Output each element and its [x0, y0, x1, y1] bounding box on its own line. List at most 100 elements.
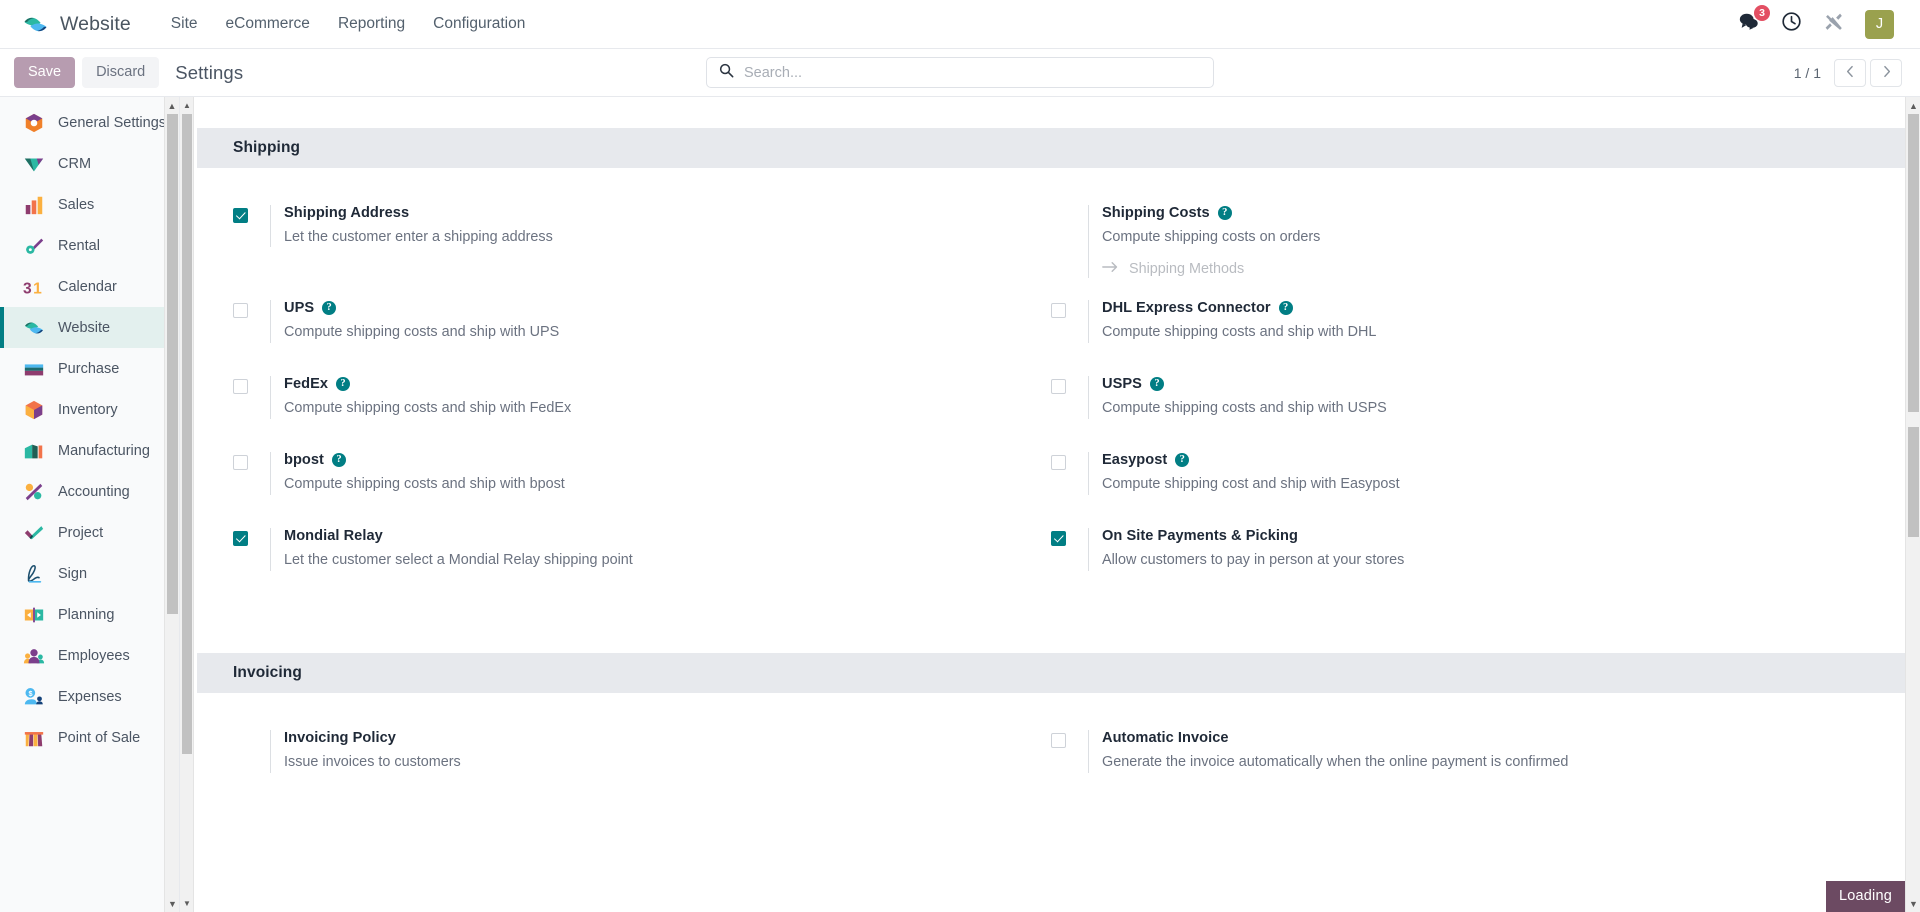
mondial-relay-checkbox[interactable] [233, 531, 248, 547]
employees-icon [23, 645, 45, 667]
sidebar-item-calendar[interactable]: 3 1 Calendar [0, 266, 179, 307]
pager-previous-button[interactable] [1834, 58, 1866, 87]
sidebar-scroll-down-arrow[interactable]: ▼ [165, 895, 179, 912]
section-title-invoicing: Invoicing [197, 653, 1905, 694]
pane-scrollbar-thumb-lower[interactable] [1908, 427, 1919, 537]
help-icon[interactable]: ? [1278, 301, 1293, 316]
brand-home-link[interactable]: Website [22, 11, 131, 38]
help-icon[interactable]: ? [331, 453, 346, 468]
setting-description: Compute shipping costs on orders [1102, 229, 1321, 245]
sidebar-item-label: General Settings [58, 114, 167, 131]
setting-automatic-invoice[interactable]: Automatic Invoice Generate the invoice a… [1051, 719, 1869, 795]
easypost-checkbox[interactable] [1051, 455, 1066, 471]
top-navbar: Website Site eCommerce Reporting Configu… [0, 0, 1920, 49]
save-button[interactable]: Save [14, 56, 76, 89]
activities-button[interactable] [1781, 11, 1802, 37]
menu-item-reporting[interactable]: Reporting [324, 9, 419, 39]
search-box[interactable] [706, 57, 1214, 88]
sidebar-item-manufacturing[interactable]: Manufacturing [0, 430, 179, 471]
sidebar-item-point-of-sale[interactable]: Point of Sale [0, 717, 179, 758]
website-icon [23, 317, 45, 339]
section-body-shipping: Shipping Address Let the customer enter … [197, 168, 1905, 622]
menu-item-configuration[interactable]: Configuration [419, 9, 539, 39]
dhl-express-connector-checkbox[interactable] [1051, 303, 1066, 319]
menu-item-site[interactable]: Site [157, 9, 212, 39]
sidebar-scroll-up-arrow[interactable]: ▲ [165, 97, 180, 114]
sidebar-item-inventory[interactable]: Inventory [0, 389, 179, 430]
debug-tools-button[interactable] [1823, 11, 1844, 37]
sidebar-item-sales[interactable]: Sales [0, 184, 179, 225]
sidebar-item-sign[interactable]: Sign [0, 553, 179, 594]
section-body-invoicing: Invoicing Policy Issue invoices to custo… [197, 693, 1905, 824]
automatic-invoice-checkbox[interactable] [1051, 733, 1066, 749]
checkbox-slot [1051, 730, 1088, 749]
settings-inner-scrollbar-thumb[interactable] [182, 114, 192, 754]
setting-invoicing-policy[interactable]: Invoicing Policy Issue invoices to custo… [233, 719, 1051, 795]
checkbox-slot [1051, 205, 1088, 208]
settings-inner-scrollbar[interactable]: ▲ ▼ [180, 97, 194, 912]
setting-title: DHL Express Connector [1102, 300, 1271, 317]
shipping-methods-link-label: Shipping Methods [1129, 261, 1245, 278]
on-site-payments-checkbox[interactable] [1051, 531, 1066, 547]
setting-mondial-relay[interactable]: Mondial Relay Let the customer select a … [233, 517, 1051, 593]
shipping-methods-link[interactable]: Shipping Methods [1102, 261, 1244, 277]
ups-checkbox[interactable] [233, 303, 248, 319]
setting-description: Issue invoices to customers [284, 754, 461, 771]
setting-dhl-express-connector[interactable]: DHL Express Connector ? Compute shipping… [1051, 289, 1869, 365]
help-icon[interactable]: ? [336, 377, 351, 392]
messages-button[interactable]: 3 [1738, 5, 1770, 36]
sidebar-item-expenses[interactable]: $ Expenses [0, 676, 179, 717]
sidebar-item-purchase[interactable]: Purchase [0, 348, 179, 389]
user-avatar[interactable]: J [1865, 9, 1894, 39]
help-icon[interactable]: ? [1149, 377, 1164, 392]
setting-ups[interactable]: UPS ? Compute shipping costs and ship wi… [233, 289, 1051, 365]
settings-pane-scrollbar[interactable]: ▲ ▼ [1905, 97, 1920, 912]
setting-description: Let the customer enter a shipping addres… [284, 229, 553, 245]
checkbox-slot [233, 205, 270, 223]
discard-button[interactable]: Discard [82, 56, 160, 89]
setting-description: Compute shipping costs and ship with UPS [284, 324, 560, 341]
pane-scroll-down-arrow[interactable]: ▼ [1906, 895, 1920, 912]
settings-scroll-up-arrow[interactable]: ▲ [180, 97, 194, 114]
menu-item-ecommerce[interactable]: eCommerce [212, 9, 324, 39]
fedex-checkbox[interactable] [233, 379, 248, 395]
help-icon[interactable]: ? [1217, 206, 1232, 220]
help-icon[interactable]: ? [322, 301, 337, 316]
sidebar-item-planning[interactable]: Planning [0, 594, 179, 635]
sidebar-item-website[interactable]: Website [0, 307, 179, 348]
chevron-right-icon [1880, 65, 1893, 81]
checkbox-slot [233, 730, 270, 733]
project-icon [23, 522, 45, 544]
setting-usps[interactable]: USPS ? Compute shipping costs and ship w… [1051, 365, 1869, 441]
sidebar-item-general-settings[interactable]: General Settings [0, 102, 179, 143]
sidebar-item-project[interactable]: Project [0, 512, 179, 553]
sidebar-item-accounting[interactable]: Accounting [0, 471, 179, 512]
setting-easypost[interactable]: Easypost ? Compute shipping cost and shi… [1051, 441, 1869, 517]
pager-next-button[interactable] [1870, 58, 1902, 87]
checkbox-slot [233, 376, 270, 395]
setting-bpost[interactable]: bpost ? Compute shipping costs and ship … [233, 441, 1051, 517]
setting-description: Generate the invoice automatically when … [1102, 754, 1569, 771]
help-icon[interactable]: ? [1175, 453, 1190, 468]
pane-scroll-up-arrow[interactable]: ▲ [1906, 97, 1920, 114]
setting-shipping-address[interactable]: Shipping Address Let the customer enter … [233, 194, 1051, 289]
settings-scroll-down-arrow[interactable]: ▼ [180, 895, 194, 912]
pane-scrollbar-thumb-upper[interactable] [1908, 114, 1919, 412]
search-input[interactable] [744, 64, 1201, 81]
sidebar-item-rental[interactable]: Rental [0, 225, 179, 266]
bpost-checkbox[interactable] [233, 455, 248, 471]
shipping-address-checkbox[interactable] [233, 208, 248, 223]
setting-on-site-payments-and-picking[interactable]: On Site Payments & Picking Allow custome… [1051, 517, 1869, 593]
sidebar-item-crm[interactable]: CRM [0, 143, 179, 184]
settings-section-invoicing: Invoicing Invoicing Policy Issue invoice… [197, 653, 1905, 824]
setting-shipping-costs[interactable]: Shipping Costs ? Compute shipping costs … [1051, 194, 1869, 289]
setting-fedex[interactable]: FedEx ? Compute shipping costs and ship … [233, 365, 1051, 441]
manufacturing-icon [23, 440, 45, 462]
checkbox-slot [233, 300, 270, 319]
sidebar-scrollbar-thumb[interactable] [167, 114, 178, 614]
setting-text: On Site Payments & Picking Allow custome… [1088, 528, 1859, 571]
sidebar-item-employees[interactable]: Employees [0, 635, 179, 676]
sidebar-scrollbar[interactable]: ▲ ▼ [164, 97, 179, 912]
usps-checkbox[interactable] [1051, 379, 1066, 395]
checkbox-slot [233, 528, 270, 547]
